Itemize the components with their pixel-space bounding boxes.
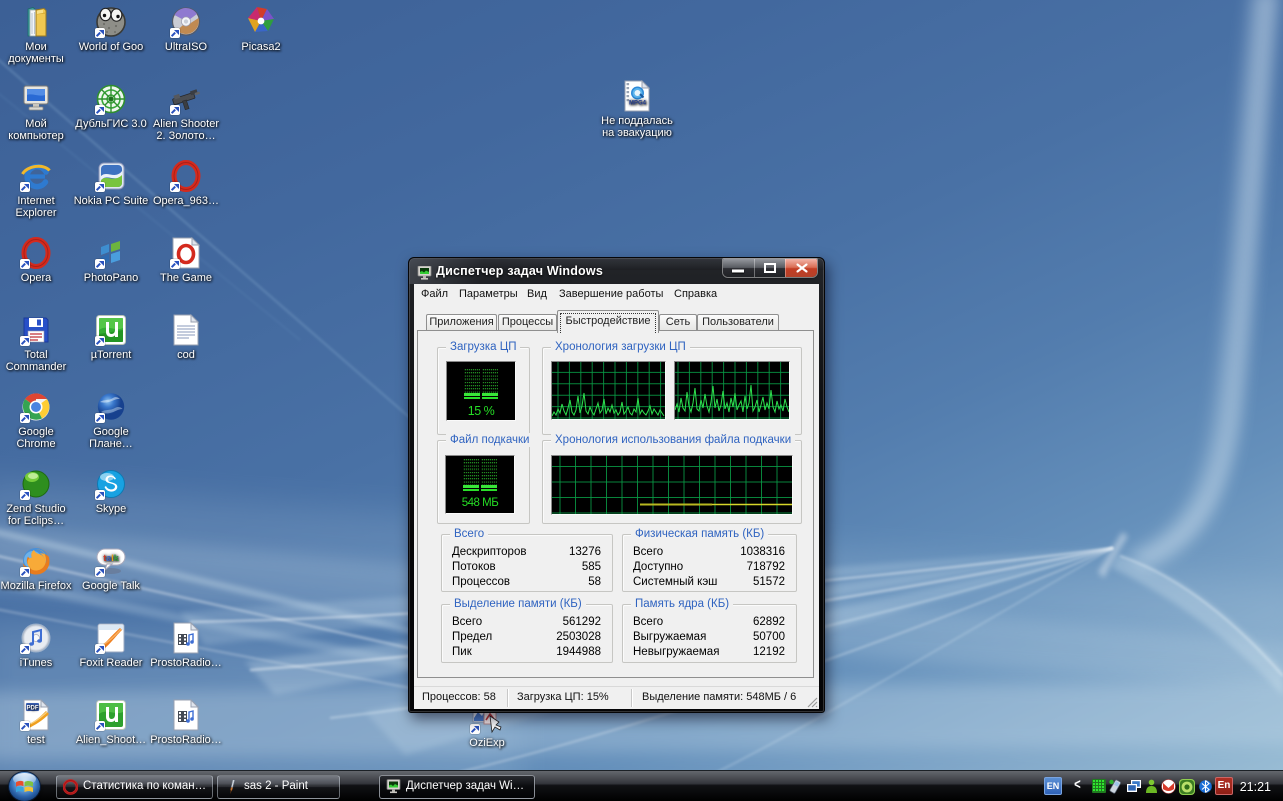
svg-text:MPG4: MPG4 — [629, 101, 647, 107]
svg-text:talk: talk — [103, 553, 120, 563]
svg-text:PDF: PDF — [27, 706, 39, 712]
